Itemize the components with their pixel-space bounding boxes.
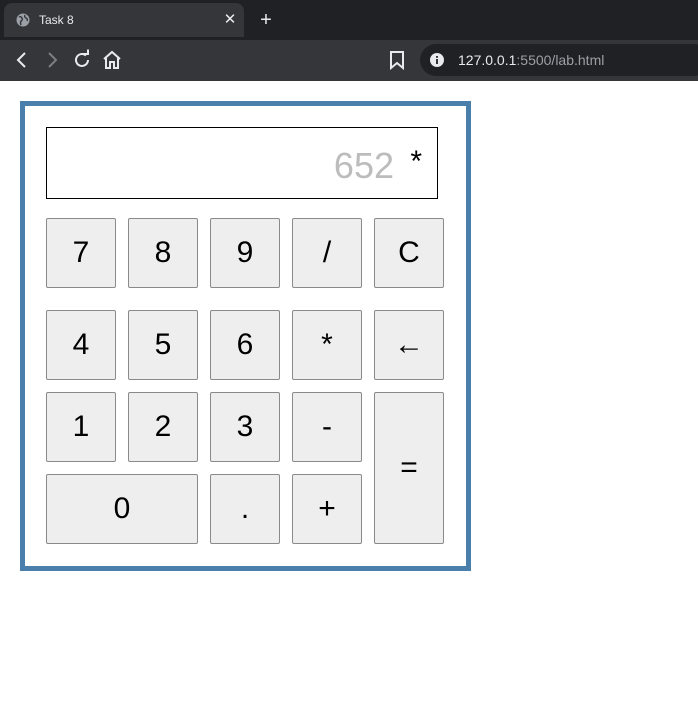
divide-button[interactable]: / xyxy=(292,218,362,288)
browser-tab[interactable]: Task 8 ✕ xyxy=(4,3,244,37)
clear-button[interactable]: C xyxy=(374,218,444,288)
key-0[interactable]: 0 xyxy=(46,474,198,544)
url-host: 127.0.0.1 xyxy=(458,52,517,68)
info-icon[interactable] xyxy=(430,53,444,67)
key-5[interactable]: 5 xyxy=(128,310,198,380)
backspace-button[interactable]: ← xyxy=(374,310,444,380)
multiply-button[interactable]: * xyxy=(292,310,362,380)
key-8[interactable]: 8 xyxy=(128,218,198,288)
key-3[interactable]: 3 xyxy=(210,392,280,462)
calculator-display: 652 * xyxy=(46,127,438,199)
decimal-button[interactable]: . xyxy=(210,474,280,544)
new-tab-button[interactable]: + xyxy=(256,10,276,30)
display-value: 652 xyxy=(333,145,394,186)
close-icon[interactable]: ✕ xyxy=(222,12,238,28)
url-text[interactable]: 127.0.0.1:5500/lab.html xyxy=(458,52,604,68)
forward-icon[interactable] xyxy=(40,48,64,72)
tab-bar: Task 8 ✕ + xyxy=(0,0,698,40)
reload-icon[interactable] xyxy=(70,48,94,72)
calculator: 652 * 7 8 9 / C 4 5 6 * ← 1 2 3 - = 0 . … xyxy=(20,101,471,571)
globe-icon xyxy=(16,13,30,27)
tab-title: Task 8 xyxy=(39,13,74,27)
key-9[interactable]: 9 xyxy=(210,218,280,288)
subtract-button[interactable]: - xyxy=(292,392,362,462)
back-icon[interactable] xyxy=(10,48,34,72)
address-bar[interactable]: 127.0.0.1:5500/lab.html xyxy=(420,44,698,76)
add-button[interactable]: + xyxy=(292,474,362,544)
browser-toolbar: 127.0.0.1:5500/lab.html xyxy=(0,40,698,81)
key-4[interactable]: 4 xyxy=(46,310,116,380)
equals-button[interactable]: = xyxy=(374,392,444,544)
bookmark-icon[interactable] xyxy=(385,48,409,72)
home-icon[interactable] xyxy=(100,48,124,72)
key-7[interactable]: 7 xyxy=(46,218,116,288)
display-operator: * xyxy=(410,145,422,178)
key-6[interactable]: 6 xyxy=(210,310,280,380)
key-1[interactable]: 1 xyxy=(46,392,116,462)
key-2[interactable]: 2 xyxy=(128,392,198,462)
url-path: :5500/lab.html xyxy=(516,52,605,68)
